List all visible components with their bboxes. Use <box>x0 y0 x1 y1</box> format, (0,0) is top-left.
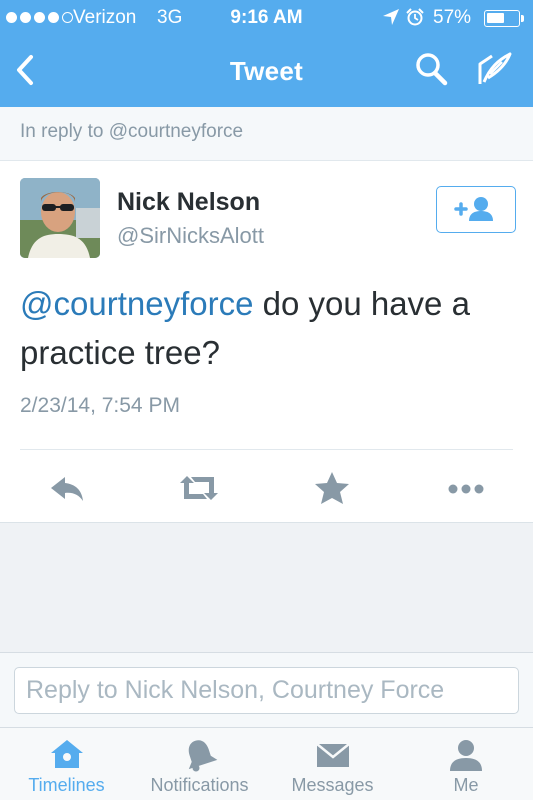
nav-bar: Tweet <box>0 36 533 107</box>
tab-bar: Timelines Notifications Messages Me <box>0 727 533 800</box>
envelope-icon <box>315 743 350 767</box>
favorite-star-icon[interactable] <box>310 468 354 508</box>
divider <box>20 449 513 450</box>
person-icon <box>450 740 482 771</box>
tab-timelines[interactable]: Timelines <box>0 728 133 800</box>
user-handle[interactable]: @SirNicksAlott <box>117 223 264 249</box>
status-bar: Verizon 3G 9:16 AM 57% <box>0 0 533 36</box>
tab-messages[interactable]: Messages <box>266 728 399 800</box>
follow-button[interactable] <box>436 186 516 233</box>
tab-label: Messages <box>291 775 374 795</box>
tweet-text: @courtneyforce do you have a practice tr… <box>20 279 520 377</box>
tweet-mention-link[interactable]: @courtneyforce <box>20 285 253 322</box>
avatar-photo <box>20 178 100 258</box>
follow-user-icon <box>454 197 493 221</box>
tab-label: Timelines <box>28 775 105 795</box>
retweet-icon[interactable] <box>177 468 221 508</box>
reply-context[interactable]: In reply to @courtneyforce <box>0 107 533 161</box>
avatar[interactable] <box>20 178 100 258</box>
location-arrow-icon <box>383 9 399 25</box>
tweet-timestamp: 2/23/14, 7:54 PM <box>20 394 180 417</box>
battery-nub <box>521 15 524 22</box>
tab-notifications[interactable]: Notifications <box>133 728 266 800</box>
reply-input[interactable] <box>14 667 519 714</box>
home-icon <box>50 740 83 768</box>
bell-icon <box>188 740 217 772</box>
battery-fill <box>487 13 504 23</box>
compose-icon[interactable] <box>474 50 514 88</box>
tab-label: Notifications <box>150 775 249 795</box>
user-name[interactable]: Nick Nelson <box>117 188 260 217</box>
more-icon[interactable] <box>444 468 488 508</box>
reply-compose-bar <box>0 652 533 727</box>
header: Verizon 3G 9:16 AM 57% Tweet <box>0 0 533 107</box>
reply-context-text: In reply to @courtneyforce <box>20 121 244 142</box>
tab-me[interactable]: Me <box>399 728 533 800</box>
tab-label: Me <box>453 775 479 795</box>
tweet-card: Nick Nelson @SirNicksAlott @courtneyforc… <box>0 161 533 523</box>
page-title: Tweet <box>229 56 304 86</box>
battery-percent: 57% <box>433 7 472 28</box>
reply-icon[interactable] <box>45 468 89 508</box>
search-icon[interactable] <box>413 51 449 87</box>
battery-icon <box>484 10 524 27</box>
alarm-icon <box>406 8 424 26</box>
